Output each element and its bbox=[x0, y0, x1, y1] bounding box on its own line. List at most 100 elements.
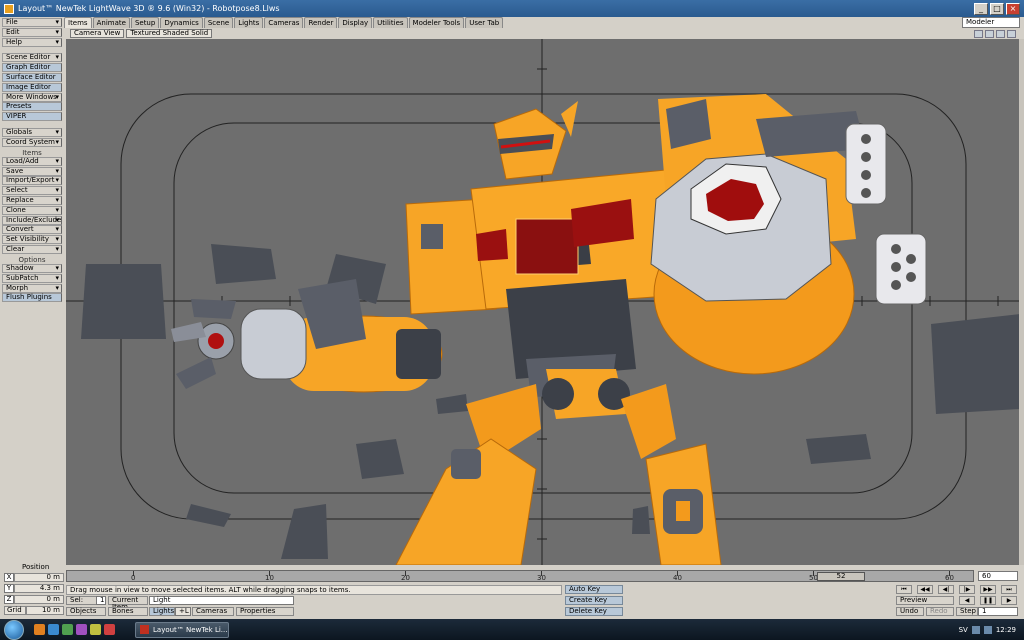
tab-scene[interactable]: Scene bbox=[203, 17, 234, 28]
start-button[interactable] bbox=[4, 619, 24, 640]
camera-viewport[interactable] bbox=[66, 39, 1020, 565]
tab-items[interactable]: Items bbox=[64, 17, 92, 28]
tab-lights[interactable]: Lights bbox=[234, 17, 264, 28]
timeline-slider[interactable]: 0 10 20 30 40 50 60 52 bbox=[66, 570, 974, 582]
z-axis-button[interactable]: Z bbox=[4, 595, 14, 604]
cameras-button[interactable]: Cameras bbox=[192, 607, 234, 616]
app-quick-icon[interactable] bbox=[104, 624, 115, 635]
view-type-select[interactable]: Camera View bbox=[70, 29, 125, 38]
folder-icon[interactable] bbox=[90, 624, 101, 635]
properties-button[interactable]: Properties bbox=[236, 607, 294, 616]
tab-setup[interactable]: Setup bbox=[130, 17, 160, 28]
presets-button[interactable]: Presets bbox=[2, 102, 62, 112]
objects-button[interactable]: Objects bbox=[66, 607, 106, 616]
flush-plugins-button[interactable]: Flush Plugins bbox=[2, 293, 62, 303]
convert-menu[interactable]: Convert bbox=[2, 225, 62, 235]
next-key-button[interactable]: ▶▶ bbox=[980, 585, 996, 594]
grid-value-field[interactable]: 10 m bbox=[26, 606, 64, 615]
grid-label: Grid bbox=[4, 606, 26, 615]
coord-system-menu[interactable]: Coord System bbox=[2, 137, 62, 147]
clock[interactable]: 12:29 bbox=[996, 626, 1016, 634]
next-frame-button[interactable]: |▶ bbox=[959, 585, 975, 594]
close-button[interactable]: × bbox=[1006, 2, 1020, 15]
scene-editor-button[interactable]: Scene Editor bbox=[2, 53, 62, 63]
step-field[interactable]: 1 bbox=[978, 607, 1018, 616]
clear-menu[interactable]: Clear bbox=[2, 244, 62, 254]
robot-body bbox=[405, 168, 697, 397]
image-editor-button[interactable]: Image Editor bbox=[2, 82, 62, 92]
shadow-menu[interactable]: Shadow bbox=[2, 263, 62, 273]
more-windows-menu[interactable]: More Windows bbox=[2, 92, 62, 102]
lights-shortcut: +L bbox=[175, 607, 191, 616]
rotate-view-icon[interactable] bbox=[985, 29, 994, 38]
select-menu[interactable]: Select bbox=[2, 186, 62, 196]
last-frame-button[interactable]: ⏭ bbox=[1001, 585, 1017, 594]
items-section-header: Items bbox=[22, 148, 42, 157]
z-value-field[interactable]: 0 m bbox=[14, 595, 64, 604]
minimize-button[interactable]: _ bbox=[974, 2, 988, 15]
globals-menu[interactable]: Globals bbox=[2, 127, 62, 137]
tab-utilities[interactable]: Utilities bbox=[373, 17, 408, 28]
redo-button[interactable]: Redo bbox=[926, 607, 954, 616]
surface-editor-button[interactable]: Surface Editor bbox=[2, 72, 62, 82]
import-export-menu[interactable]: Import/Export bbox=[2, 176, 62, 186]
play-reverse-button[interactable]: ◀ bbox=[959, 596, 975, 605]
language-indicator[interactable]: SV bbox=[959, 626, 968, 634]
y-value-field[interactable]: 4.3 m bbox=[14, 584, 64, 593]
desktop-icon[interactable] bbox=[62, 624, 73, 635]
tab-animate[interactable]: Animate bbox=[92, 17, 130, 28]
prev-frame-button[interactable]: ◀| bbox=[938, 585, 954, 594]
ie-icon[interactable] bbox=[48, 624, 59, 635]
subpatch-menu[interactable]: SubPatch bbox=[2, 273, 62, 283]
taskbar-lightwave-button[interactable]: Layout™ NewTek Li... bbox=[135, 621, 229, 638]
tab-modeler-tools[interactable]: Modeler Tools bbox=[408, 17, 465, 28]
load-add-menu[interactable]: Load/Add bbox=[2, 156, 62, 166]
move-view-icon[interactable] bbox=[974, 29, 983, 38]
undo-button[interactable]: Undo bbox=[896, 607, 924, 616]
firefox-icon[interactable] bbox=[34, 624, 45, 635]
media-icon[interactable] bbox=[76, 624, 87, 635]
current-item-select[interactable]: Light bbox=[149, 596, 294, 605]
preview-menu[interactable]: Preview bbox=[896, 596, 954, 605]
network-icon[interactable] bbox=[971, 625, 980, 634]
viper-button[interactable]: VIPER bbox=[2, 112, 62, 122]
create-key-button[interactable]: Create Key bbox=[565, 596, 623, 605]
title-bar: Layout™ NewTek LightWave 3D ® 9.6 (Win32… bbox=[0, 0, 1024, 17]
maximize-view-icon[interactable] bbox=[1007, 29, 1016, 38]
clone-menu[interactable]: Clone bbox=[2, 205, 62, 215]
render-mode-select[interactable]: Textured Shaded Solid bbox=[126, 29, 213, 38]
current-frame-handle[interactable]: 52 bbox=[817, 572, 865, 581]
end-frame-field[interactable]: 60 bbox=[978, 571, 1018, 581]
x-value-field[interactable]: 0 m bbox=[14, 573, 64, 582]
tab-display[interactable]: Display bbox=[338, 17, 373, 28]
modeler-switch[interactable]: Modeler bbox=[962, 17, 1020, 28]
pause-button[interactable]: ❚❚ bbox=[980, 596, 996, 605]
lights-button[interactable]: Lights bbox=[149, 607, 175, 616]
graph-editor-button[interactable]: Graph Editor bbox=[2, 63, 62, 73]
prev-key-button[interactable]: ◀◀ bbox=[917, 585, 933, 594]
current-item-label: Current Item bbox=[108, 596, 148, 611]
tab-user-tab[interactable]: User Tab bbox=[465, 17, 504, 28]
save-menu[interactable]: Save bbox=[2, 166, 62, 176]
set-visibility-menu[interactable]: Set Visibility bbox=[2, 235, 62, 245]
volume-icon[interactable] bbox=[983, 625, 992, 634]
replace-menu[interactable]: Replace bbox=[2, 195, 62, 205]
tab-render[interactable]: Render bbox=[304, 17, 338, 28]
delete-key-button[interactable]: Delete Key bbox=[565, 607, 623, 616]
tab-cameras[interactable]: Cameras bbox=[264, 17, 304, 28]
maximize-button[interactable]: □ bbox=[990, 2, 1004, 15]
zoom-view-icon[interactable] bbox=[996, 29, 1005, 38]
morph-menu[interactable]: Morph bbox=[2, 283, 62, 293]
y-axis-button[interactable]: Y bbox=[4, 584, 14, 593]
help-menu[interactable]: Help bbox=[2, 37, 62, 47]
tab-dynamics[interactable]: Dynamics bbox=[160, 17, 203, 28]
x-axis-button[interactable]: X bbox=[4, 573, 14, 582]
auto-key-button[interactable]: Auto Key bbox=[565, 585, 623, 594]
viewport-scrollbar[interactable] bbox=[1019, 39, 1024, 565]
file-menu[interactable]: File bbox=[2, 18, 62, 27]
play-button[interactable]: ▶ bbox=[1001, 596, 1017, 605]
include-exclude-menu[interactable]: Include/Exclude bbox=[2, 215, 62, 225]
bones-button[interactable]: Bones bbox=[108, 607, 148, 616]
edit-menu[interactable]: Edit bbox=[2, 27, 62, 37]
first-frame-button[interactable]: ⏮ bbox=[896, 585, 912, 594]
